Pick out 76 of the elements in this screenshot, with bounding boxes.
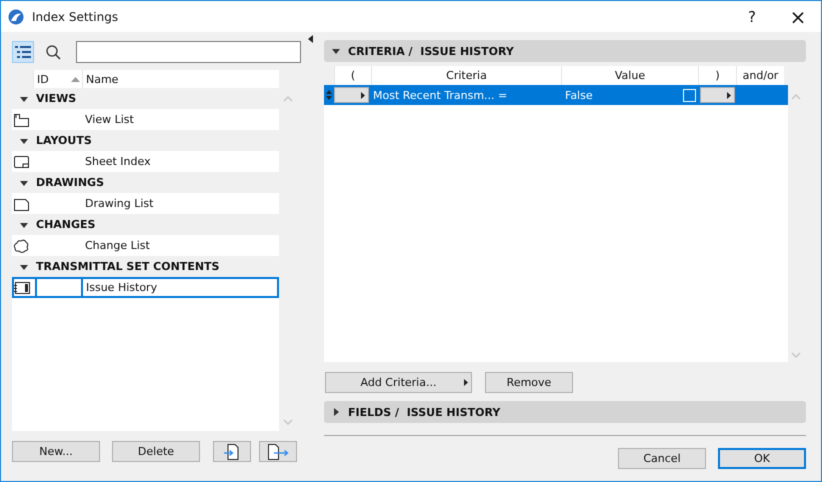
help-button[interactable]: ? [729,1,775,32]
name-cell-text: Drawing List [84,197,154,210]
remove-button[interactable]: Remove [485,372,573,393]
collapse-triangle-icon [20,220,28,228]
column-header[interactable]: Name [82,70,279,88]
section-header[interactable]: CRITERIA / ISSUE HISTORY [324,40,806,62]
view-icon [13,112,30,126]
search-field[interactable] [76,41,301,63]
scroll-down-icon [282,419,292,425]
section-title: CRITERIA / ISSUE HISTORY [348,44,514,58]
document-arrow-in-icon [223,442,241,460]
column-header[interactable]: and/or [736,66,784,85]
index-row[interactable]: Drawing List [12,193,279,214]
group-header[interactable]: TRANSMITTAL SET CONTENTS [12,256,279,277]
group-label: LAYOUTS [36,134,92,147]
name-cell-text: Sheet Index [84,155,151,168]
column-header[interactable]: ) [698,66,736,85]
close-button[interactable]: × [775,1,821,32]
group-label: VIEWS [36,92,76,105]
dialog-button[interactable]: Cancel [618,448,706,469]
column-header[interactable]: ( [334,66,371,85]
collapse-triangle-icon [20,94,28,102]
group-label: TRANSMITTAL SET CONTENTS [36,260,220,273]
collapse-triangle-icon [20,262,28,270]
column-header[interactable]: ID [33,70,82,88]
document-arrow-out-icon [267,442,289,460]
tree-view-button[interactable] [12,41,34,63]
group-label: DRAWINGS [36,176,104,189]
window-title: Index Settings [32,10,118,24]
criteria-cell-text: Most Recent Transm... = [372,88,508,104]
column-header[interactable]: Criteria [371,66,561,85]
reorder-arrows-icon [326,90,332,100]
expand-triangle-icon [332,408,340,416]
name-cell-text: Issue History [85,281,158,294]
add-criteria-button[interactable]: Add Criteria... [325,372,472,393]
dropdown-arrow-icon [727,92,731,98]
criteria-row[interactable]: Most Recent Transm... = False [324,85,788,105]
group-label: CHANGES [36,218,96,231]
index-row[interactable]: Change List [12,235,279,256]
group-header[interactable]: VIEWS [12,88,279,109]
column-header[interactable]: Value [561,66,698,85]
group-header[interactable]: CHANGES [12,214,279,235]
search-icon [45,44,61,60]
sheet-icon [13,154,30,168]
collapse-triangle-icon [332,47,340,55]
group-header[interactable]: DRAWINGS [12,172,279,193]
index-row[interactable]: View List [12,109,279,130]
sort-arrow-icon [71,76,80,82]
change-icon [13,238,30,252]
section-header[interactable]: FIELDS / ISSUE HISTORY [324,401,806,423]
section-title: FIELDS / ISSUE HISTORY [348,406,500,418]
collapse-panel-icon [308,35,313,43]
name-cell-text: View List [84,113,134,126]
group-header[interactable]: LAYOUTS [12,130,279,151]
menu-arrow-icon [464,379,468,386]
dialog-button[interactable]: OK [718,448,806,469]
dropdown-arrow-icon [361,92,365,98]
checkbox[interactable] [683,88,696,102]
export-button[interactable] [259,441,297,462]
collapse-triangle-icon [20,178,28,186]
scroll-up-icon [791,94,801,100]
index-row[interactable]: Issue History [12,277,279,298]
index-row[interactable]: Sheet Index [12,151,279,172]
value-cell-text: False [564,88,593,102]
app-logo-icon [8,8,24,24]
name-cell-text: Change List [84,239,150,252]
list-button[interactable]: Delete [112,441,200,462]
scroll-down-icon [791,352,801,358]
import-button[interactable] [213,441,251,462]
collapse-triangle-icon [20,136,28,144]
paren-dropdown[interactable] [700,87,735,103]
list-button[interactable]: New... [12,441,100,462]
list-icon [15,45,31,59]
drawing-icon [13,196,30,210]
scroll-up-icon [282,96,292,102]
paren-dropdown[interactable] [334,87,369,103]
